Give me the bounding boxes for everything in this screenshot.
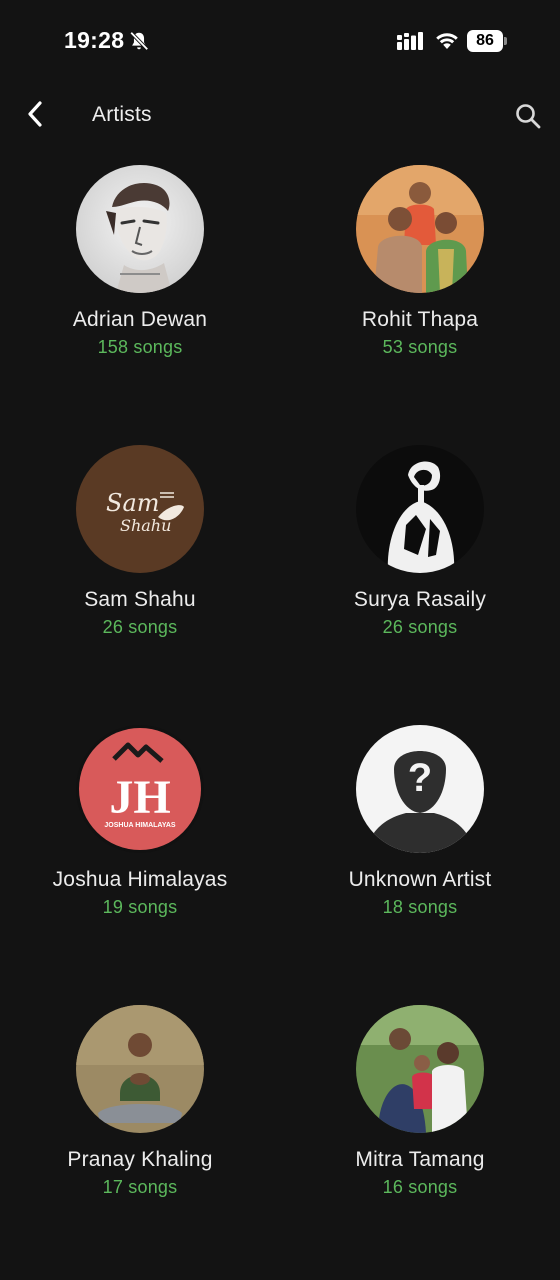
artist-card-adrian-dewan[interactable]: Adrian Dewan 158 songs bbox=[0, 160, 280, 440]
artist-card-surya-rasaily[interactable]: Surya Rasaily 26 songs bbox=[280, 440, 560, 720]
artist-avatar bbox=[76, 165, 204, 293]
song-count: 18 songs bbox=[382, 897, 458, 917]
artist-card-unknown-artist[interactable]: ? Unknown Artist 18 songs bbox=[280, 720, 560, 1000]
artist-avatar: JH JOSHUA HIMALAYAS bbox=[76, 725, 204, 853]
joshua-himalayas-logo: JH JOSHUA HIMALAYAS bbox=[76, 725, 204, 853]
song-count: 53 songs bbox=[382, 337, 458, 357]
song-count: 17 songs bbox=[102, 1177, 178, 1197]
wifi-icon bbox=[436, 33, 458, 49]
artist-avatar: ? bbox=[356, 725, 484, 853]
artist-name: Unknown Artist bbox=[348, 868, 492, 891]
artist-card-sam-shahu[interactable]: Sam Shahu Sam Shahu 26 songs bbox=[0, 440, 280, 720]
family-photo-image bbox=[356, 165, 484, 293]
battery-indicator: 86 bbox=[467, 30, 507, 52]
portrait-sketch-image bbox=[76, 165, 204, 293]
artist-card-rohit-thapa[interactable]: Rohit Thapa 53 songs bbox=[280, 160, 560, 440]
artist-name: Surya Rasaily bbox=[353, 588, 487, 611]
search-icon[interactable] bbox=[512, 100, 544, 132]
artist-card-pranay-khaling[interactable]: Pranay Khaling 17 songs bbox=[0, 1000, 280, 1280]
artist-card-mitra-tamang[interactable]: Mitra Tamang 16 songs bbox=[280, 1000, 560, 1280]
artist-avatar bbox=[356, 165, 484, 293]
artist-name: Sam Shahu bbox=[84, 588, 196, 611]
svg-text:Sam: Sam bbox=[106, 489, 160, 517]
artist-avatar bbox=[356, 445, 484, 573]
artist-name: Adrian Dewan bbox=[72, 308, 208, 331]
bell-slash-icon bbox=[129, 31, 149, 51]
unknown-person-icon: ? bbox=[356, 725, 484, 853]
app-header: Artists bbox=[0, 84, 560, 148]
family-portrait-image bbox=[356, 1005, 484, 1133]
song-count: 26 songs bbox=[102, 617, 178, 637]
battery-cap bbox=[504, 37, 507, 45]
singer-silhouette-image bbox=[356, 445, 484, 573]
artist-card-joshua-himalayas[interactable]: JH JOSHUA HIMALAYAS Joshua Himalayas 19 … bbox=[0, 720, 280, 1000]
song-count: 19 songs bbox=[102, 897, 178, 917]
seated-man-photo-image bbox=[76, 1005, 204, 1133]
artist-name: Pranay Khaling bbox=[67, 1148, 213, 1171]
song-count: 26 songs bbox=[382, 617, 458, 637]
artist-avatar bbox=[356, 1005, 484, 1133]
jh-logo-text: JH bbox=[109, 771, 170, 824]
artist-avatar bbox=[76, 1005, 204, 1133]
sam-shahu-logo: Sam Shahu bbox=[76, 445, 204, 573]
back-button[interactable] bbox=[20, 98, 52, 130]
cellular-signal-icon bbox=[397, 32, 423, 50]
song-count: 158 songs bbox=[97, 337, 183, 357]
svg-text:?: ? bbox=[408, 756, 432, 800]
status-bar: 19:28 86 bbox=[0, 0, 560, 84]
status-time: 19:28 bbox=[64, 27, 125, 53]
jh-logo-subtext: JOSHUA HIMALAYAS bbox=[104, 822, 176, 829]
artist-name: Rohit Thapa bbox=[361, 308, 479, 331]
artist-avatar: Sam Shahu bbox=[76, 445, 204, 573]
artist-name: Joshua Himalayas bbox=[52, 868, 228, 891]
artist-name: Mitra Tamang bbox=[355, 1148, 485, 1171]
song-count: 16 songs bbox=[382, 1177, 458, 1197]
battery-level: 86 bbox=[467, 30, 503, 52]
page-title: Artists bbox=[92, 103, 152, 126]
